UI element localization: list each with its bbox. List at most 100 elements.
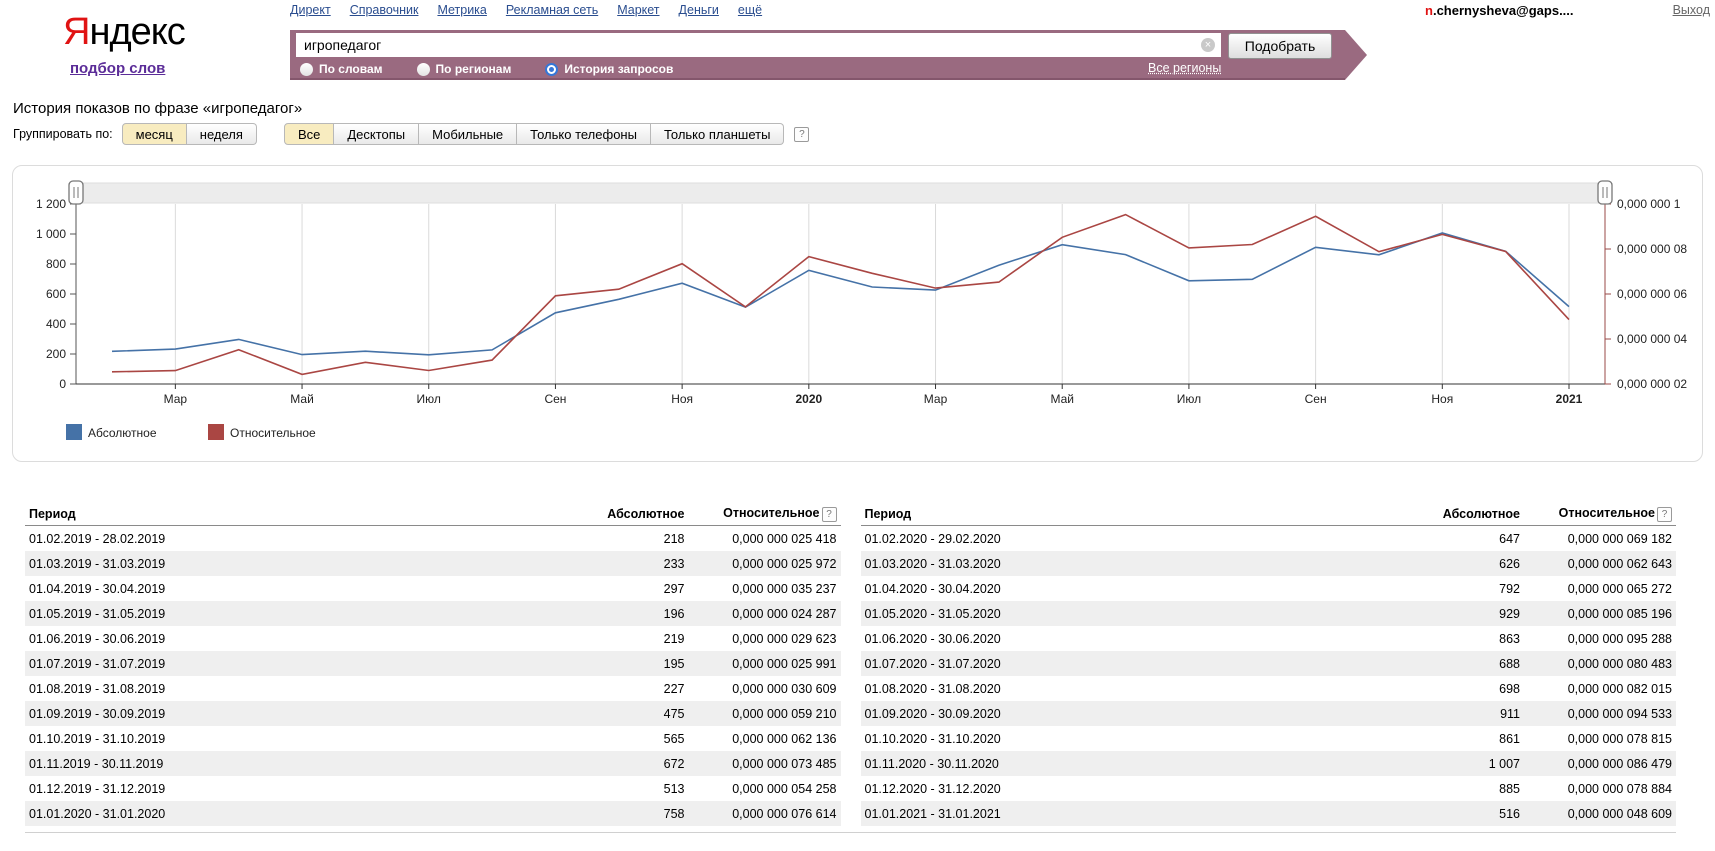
yandex-logo[interactable]: Яндекс: [63, 12, 185, 54]
logout-link[interactable]: Выход: [1673, 3, 1710, 17]
col-header-absolute: Абсолютное: [555, 507, 685, 521]
device-filter-только-планшеты[interactable]: Только планшеты: [651, 123, 784, 145]
left-axis-label: 400: [46, 317, 66, 331]
x-axis-label: Сен: [1305, 392, 1327, 406]
table-row: 01.03.2019 - 31.03.20192330,000 000 025 …: [25, 551, 841, 576]
topnav-link-7[interactable]: ещё: [738, 3, 762, 17]
col-header-relative: Относительное?: [1520, 506, 1672, 521]
table-row: 01.11.2019 - 30.11.20196720,000 000 073 …: [25, 751, 841, 776]
cell-period: 01.09.2019 - 30.09.2019: [29, 707, 555, 721]
table-row: 01.09.2020 - 30.09.20209110,000 000 094 …: [861, 701, 1677, 726]
search-mode-2[interactable]: По регионам: [417, 62, 512, 76]
wordstat-link[interactable]: подбор слов: [70, 60, 165, 77]
cell-relative: 0,000 000 025 991: [685, 657, 837, 671]
left-axis-label: 800: [46, 257, 66, 271]
cell-relative: 0,000 000 054 258: [685, 782, 837, 796]
device-filter-только-телефоны[interactable]: Только телефоны: [517, 123, 651, 145]
group-by-месяц[interactable]: месяц: [122, 123, 187, 145]
table-row: 01.05.2020 - 31.05.20209290,000 000 085 …: [861, 601, 1677, 626]
topnav-link-4[interactable]: Рекламная сеть: [506, 3, 598, 17]
topnav-link-3[interactable]: Метрика: [437, 3, 486, 17]
cell-period: 01.10.2020 - 31.10.2020: [865, 732, 1391, 746]
cell-absolute: 516: [1390, 807, 1520, 821]
device-filter-все[interactable]: Все: [284, 123, 334, 145]
cell-period: 01.11.2019 - 30.11.2019: [29, 757, 555, 771]
table-row: 01.07.2020 - 31.07.20206880,000 000 080 …: [861, 651, 1677, 676]
cell-absolute: 1 007: [1390, 757, 1520, 771]
email-rest-part: .chernysheva@gaps....: [1433, 3, 1574, 18]
chart-svg: 1 2001 00080060040020000,000 000 10,000 …: [13, 166, 1700, 459]
search-mode-1[interactable]: По словам: [300, 62, 383, 76]
device-filter-мобильные[interactable]: Мобильные: [419, 123, 517, 145]
table-row: 01.11.2020 - 30.11.20201 0070,000 000 08…: [861, 751, 1677, 776]
left-axis-label: 600: [46, 287, 66, 301]
cell-relative: 0,000 000 085 196: [1520, 607, 1672, 621]
email-red-part: n: [1425, 3, 1433, 18]
table-row: 01.02.2020 - 29.02.20206470,000 000 069 …: [861, 526, 1677, 551]
cell-period: 01.03.2020 - 31.03.2020: [865, 557, 1391, 571]
cell-period: 01.07.2020 - 31.07.2020: [865, 657, 1391, 671]
cell-absolute: 861: [1390, 732, 1520, 746]
cell-relative: 0,000 000 082 015: [1520, 682, 1672, 696]
range-slider-handle-left[interactable]: [69, 181, 83, 204]
all-regions-link[interactable]: Все регионы: [1148, 61, 1221, 75]
right-axis-label: 0,000 000 1: [1617, 197, 1681, 211]
right-axis-label: 0,000 000 08: [1617, 242, 1687, 256]
range-slider-handle-right[interactable]: [1598, 181, 1612, 204]
legend-item-absolute[interactable]: Абсолютное: [66, 424, 157, 440]
topnav-link-1[interactable]: Директ: [290, 3, 331, 17]
table-row: 01.10.2019 - 31.10.20195650,000 000 062 …: [25, 726, 841, 751]
cell-absolute: 565: [555, 732, 685, 746]
cell-relative: 0,000 000 073 485: [685, 757, 837, 771]
device-button-group: ВсеДесктопыМобильныеТолько телефоныТольк…: [284, 123, 784, 145]
right-axis-label: 0,000 000 02: [1617, 377, 1687, 391]
cell-absolute: 227: [555, 682, 685, 696]
controls-row: Группировать по: месяцнеделя ВсеДесктопы…: [13, 123, 809, 145]
device-filter-десктопы[interactable]: Десктопы: [334, 123, 419, 145]
relative-help-icon[interactable]: ?: [1657, 507, 1672, 522]
cell-period: 01.04.2019 - 30.04.2019: [29, 582, 555, 596]
table-row: 01.02.2019 - 28.02.20192180,000 000 025 …: [25, 526, 841, 551]
history-table-2020: ПериодАбсолютноеОтносительное?01.02.2020…: [861, 503, 1677, 826]
x-axis-label: Июл: [1177, 392, 1201, 406]
table-row: 01.06.2019 - 30.06.20192190,000 000 029 …: [25, 626, 841, 651]
cell-period: 01.01.2021 - 31.01.2021: [865, 807, 1391, 821]
radio-selected-icon[interactable]: [545, 63, 558, 76]
col-header-relative: Относительное?: [685, 506, 837, 521]
left-axis-label: 1 200: [36, 197, 66, 211]
cell-absolute: 218: [555, 532, 685, 546]
devices-help-icon[interactable]: ?: [794, 127, 809, 142]
range-slider-track[interactable]: [76, 183, 1605, 203]
topnav-link-2[interactable]: Справочник: [350, 3, 419, 17]
legend-label: Относительное: [230, 426, 316, 440]
search-mode-3[interactable]: История запросов: [545, 62, 673, 76]
cell-absolute: 911: [1390, 707, 1520, 721]
group-by-label: Группировать по:: [13, 127, 113, 141]
cell-period: 01.07.2019 - 31.07.2019: [29, 657, 555, 671]
left-axis-label: 1 000: [36, 227, 66, 241]
cell-absolute: 626: [1390, 557, 1520, 571]
history-chart: 1 2001 00080060040020000,000 000 10,000 …: [12, 165, 1703, 462]
x-axis-label: Май: [1050, 392, 1074, 406]
col-header-period: Период: [865, 507, 1391, 521]
cell-period: 01.12.2019 - 31.12.2019: [29, 782, 555, 796]
search-button[interactable]: Подобрать: [1228, 33, 1332, 59]
cell-period: 01.01.2020 - 31.01.2020: [29, 807, 555, 821]
legend-item-relative[interactable]: Относительное: [208, 424, 316, 440]
search-input[interactable]: [296, 33, 1221, 57]
topnav-link-6[interactable]: Деньги: [679, 3, 719, 17]
clear-icon[interactable]: ×: [1201, 38, 1215, 52]
table-row: 01.05.2019 - 31.05.20191960,000 000 024 …: [25, 601, 841, 626]
cell-absolute: 758: [555, 807, 685, 821]
radio-icon[interactable]: [417, 63, 430, 76]
group-by-неделя[interactable]: неделя: [187, 123, 257, 145]
radio-icon[interactable]: [300, 63, 313, 76]
account-email: n.chernysheva@gaps....: [1425, 3, 1574, 18]
cell-period: 01.02.2020 - 29.02.2020: [865, 532, 1391, 546]
cell-absolute: 792: [1390, 582, 1520, 596]
table-row: 01.12.2019 - 31.12.20195130,000 000 054 …: [25, 776, 841, 801]
table-row: 01.08.2019 - 31.08.20192270,000 000 030 …: [25, 676, 841, 701]
relative-help-icon[interactable]: ?: [822, 507, 837, 522]
cell-relative: 0,000 000 078 815: [1520, 732, 1672, 746]
topnav-link-5[interactable]: Маркет: [617, 3, 659, 17]
